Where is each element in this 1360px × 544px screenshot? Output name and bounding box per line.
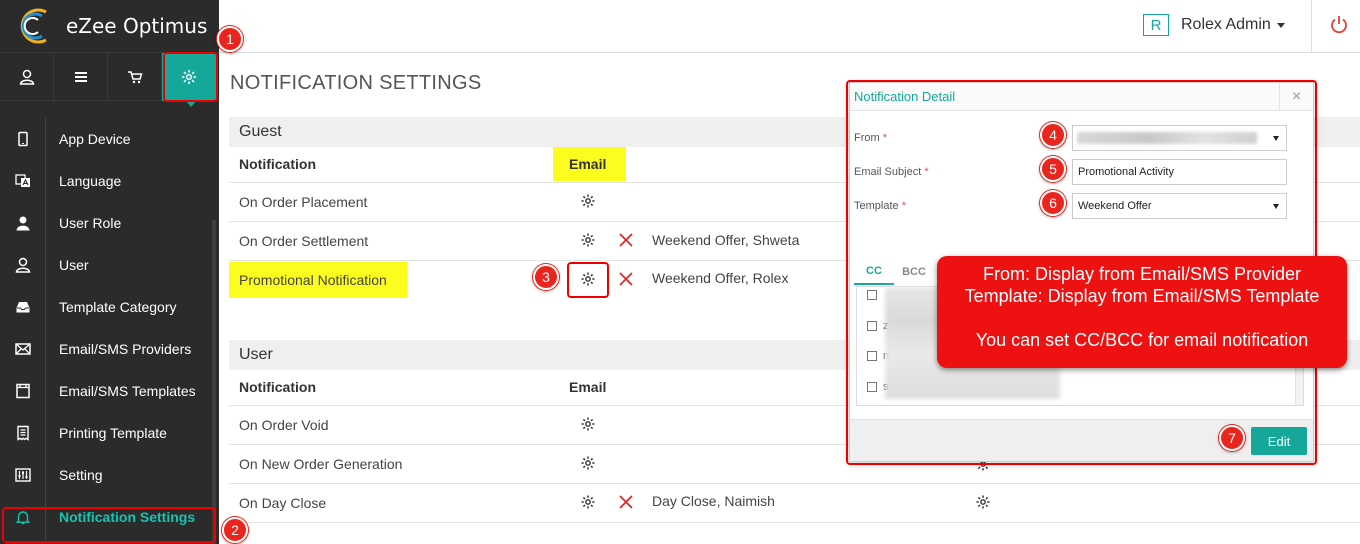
step-badge: 5	[1040, 156, 1066, 182]
sidebar-item-app-device[interactable]: App Device	[0, 118, 219, 160]
tab-menu[interactable]	[54, 53, 108, 101]
notification-row-label: On Order Settlement	[239, 233, 369, 249]
column-header-email: Email	[569, 379, 607, 395]
gear-icon[interactable]	[975, 494, 991, 510]
envelope-icon	[14, 343, 31, 355]
step-badge: 4	[1040, 122, 1066, 148]
template-assignment: Weekend Offer, Shweta	[652, 232, 800, 248]
logo-icon	[20, 8, 47, 44]
step-badge: 3	[533, 264, 559, 290]
avatar: R	[1143, 14, 1169, 36]
sidebar-item-label: Email/SMS Templates	[59, 383, 196, 399]
notification-row-label: On Order Placement	[239, 194, 368, 210]
app-name: eZee Optimus	[66, 14, 208, 38]
step-badge: 6	[1040, 190, 1066, 216]
settings-menu: App Device Language User Role User Templ…	[0, 118, 219, 538]
sidebar-item-setting[interactable]: Setting	[0, 454, 219, 496]
sidebar-item-user[interactable]: User	[0, 244, 219, 286]
user-menu[interactable]: R Rolex Admin	[1143, 14, 1285, 36]
sidebar-item-language[interactable]: Language	[0, 160, 219, 202]
gear-icon[interactable]	[580, 416, 596, 432]
menu-icon	[74, 72, 87, 82]
close-icon[interactable]	[619, 495, 633, 509]
notification-row-label: On Day Close	[239, 495, 327, 511]
annotation-box-gear	[567, 262, 609, 298]
sidebar-item-email-sms-templates[interactable]: Email/SMS Templates	[0, 370, 219, 412]
sidebar-item-label: User Role	[59, 215, 122, 231]
template-icon	[15, 383, 30, 399]
chevron-down-icon	[1276, 22, 1285, 28]
inbox-icon	[16, 302, 29, 313]
row-divider	[229, 522, 1360, 523]
tablet-icon	[17, 131, 28, 147]
callout-line: You can set CC/BCC for email notificatio…	[975, 330, 1309, 350]
annotation-box-settings-tab	[163, 52, 218, 102]
app-logo[interactable]: eZee Optimus	[0, 0, 219, 53]
step-badge: 1	[217, 26, 243, 52]
sidebar-item-email-sms-providers[interactable]: Email/SMS Providers	[0, 328, 219, 370]
cart-icon	[127, 71, 143, 84]
notification-row-label: On New Order Generation	[239, 456, 403, 472]
notification-row-label: On Order Void	[239, 417, 329, 433]
sidebar-item-label: Template Category	[59, 299, 177, 315]
sidebar-item-label: Setting	[59, 467, 103, 483]
gear-icon[interactable]	[580, 494, 596, 510]
user-name: Rolex Admin	[1181, 16, 1271, 33]
column-header-email: Email	[569, 156, 607, 172]
user-role-icon	[16, 216, 29, 231]
user-icon	[19, 69, 34, 85]
notification-row-label: Promotional Notification	[239, 272, 387, 288]
tab-cart[interactable]	[108, 53, 162, 101]
close-icon[interactable]	[619, 233, 633, 247]
sidebar-item-label: Language	[59, 173, 122, 189]
sidebar-item-label: User	[59, 257, 89, 273]
template-assignment: Weekend Offer, Rolex	[652, 270, 789, 286]
receipt-icon	[16, 425, 29, 441]
sidebar-item-printing-template[interactable]: Printing Template	[0, 412, 219, 454]
callout-line: From: Display from Email/SMS Provider	[982, 264, 1302, 284]
close-icon[interactable]	[619, 272, 633, 286]
page-title: NOTIFICATION SETTINGS	[230, 72, 482, 94]
gear-icon[interactable]	[580, 232, 596, 248]
sidebar-item-template-category[interactable]: Template Category	[0, 286, 219, 328]
sidebar-item-label: App Device	[59, 131, 131, 147]
user-icon	[15, 257, 30, 273]
gear-icon[interactable]	[580, 455, 596, 471]
column-header-notification: Notification	[239, 156, 316, 172]
power-icon[interactable]	[1329, 14, 1349, 34]
sidebar-item-user-role[interactable]: User Role	[0, 202, 219, 244]
sidebar-item-label: Email/SMS Providers	[59, 341, 192, 357]
language-icon	[14, 174, 30, 187]
column-header-notification: Notification	[239, 379, 316, 395]
top-bar: R Rolex Admin	[219, 0, 1360, 53]
sidebar-item-label: Printing Template	[59, 425, 167, 441]
tab-users[interactable]	[0, 53, 54, 101]
template-assignment: Day Close, Naimish	[652, 493, 775, 509]
topbar-divider	[1311, 0, 1312, 53]
sidebar-scrollbar[interactable]	[212, 220, 216, 544]
callout-line: Template: Display from Email/SMS Templat…	[964, 286, 1320, 306]
step-badge: 2	[222, 517, 248, 543]
step-badge: 7	[1219, 425, 1245, 451]
annotation-callout: From: Display from Email/SMS Provider Te…	[937, 256, 1347, 368]
annotation-box-notification-settings	[2, 507, 216, 543]
gear-icon[interactable]	[580, 193, 596, 209]
row-divider	[229, 483, 1360, 484]
sliders-icon	[14, 468, 31, 482]
